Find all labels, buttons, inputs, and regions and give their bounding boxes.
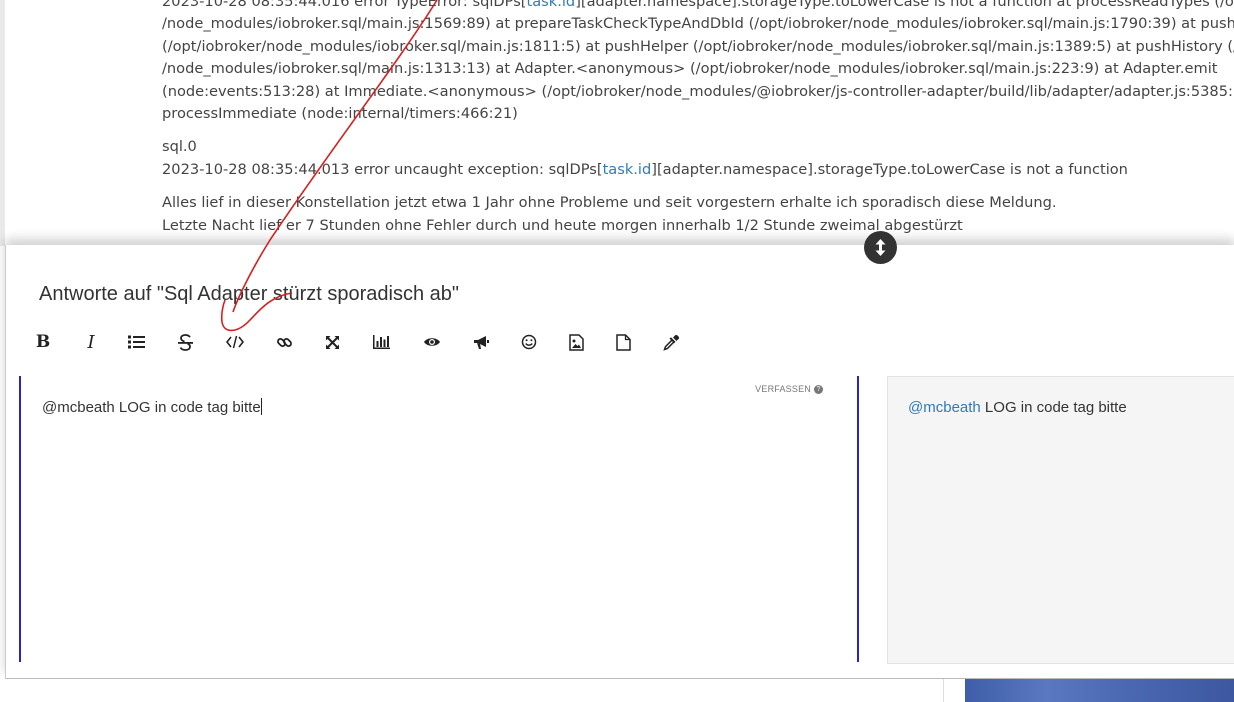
sql-log-line: 2023-10-28 08:35:44.013 error uncaught e… [162,159,1234,181]
chart-button[interactable] [365,327,397,357]
sql-adapter-name: sql.0 [162,138,197,156]
error-log-text: 2023-10-28 08:35:44.016 error TypeError:… [162,0,527,10]
preview-text: LOG in code tag bitte [980,399,1127,416]
sql-log-text: ][adapter.namespace].storageType.toLower… [651,160,1128,178]
comment-line-2: Letzte Nacht lief er 7 Stunden ohne Fehl… [162,216,963,234]
forum-post: 2023-10-28 08:35:44.016 error TypeError:… [0,0,1234,246]
page-bottom-strip [0,679,1234,702]
error-log-line-3: (/opt/iobroker/node_modules/iobroker.sql… [162,37,1234,55]
file-upload-button[interactable] [607,327,639,357]
eyedropper-icon [662,334,679,351]
image-upload-button[interactable] [560,327,592,357]
code-button[interactable] [219,327,251,357]
color-picker-button[interactable] [655,327,687,357]
bar-chart-icon [373,335,390,349]
text-caret [260,398,262,415]
comment-line-1: Alles lief in dieser Konstellation jetzt… [162,194,1057,212]
composer-resize-handle[interactable] [864,231,897,264]
reply-preview: @mcbeath LOG in code tag bitte [887,376,1234,664]
post-content: 2023-10-28 08:35:44.016 error TypeError:… [162,0,1234,246]
editor-textarea[interactable]: @mcbeath LOG in code tag bitte [42,398,262,416]
italic-button[interactable]: I [75,327,107,357]
task-id-link[interactable]: task.id [527,0,576,10]
background-photo [965,679,1234,702]
preview-toggle-button[interactable] [416,327,448,357]
eye-icon [424,338,440,346]
strikethrough-icon [177,333,193,351]
strikethrough-button[interactable] [169,327,201,357]
compose-help-label: VERFASSEN [755,384,811,394]
fullscreen-button[interactable] [316,327,348,357]
mention-link[interactable]: @mcbeath [908,399,981,416]
file-icon [615,333,631,351]
error-log-line-2: /node_modules/iobroker.sql/main.js:1569:… [162,15,1234,33]
bold-button[interactable]: B [27,327,59,357]
error-log-line-5: (node:events:513:28) at Immediate.<anony… [162,82,1234,100]
error-log-text: ][adapter.namespace].storageType.toLower… [575,0,1234,10]
resize-vertical-icon [875,239,886,256]
list-button[interactable] [120,327,152,357]
expand-icon [325,335,339,349]
smiley-icon [521,334,537,350]
link-button[interactable] [268,327,300,357]
error-log-line-1: 2023-10-28 08:35:44.016 error TypeError:… [162,0,1234,13]
sql-log-text: 2023-10-28 08:35:44.013 error uncaught e… [162,160,603,178]
task-id-link[interactable]: task.id [603,161,652,178]
post-left-border [0,0,5,246]
preview-content: @mcbeath LOG in code tag bitte [908,399,1127,416]
question-circle-icon[interactable]: ? [814,384,823,394]
image-icon [568,333,584,351]
megaphone-icon [473,335,489,349]
announce-button[interactable] [465,327,497,357]
error-log-line-4: /node_modules/iobroker.sql/main.js:1313:… [162,60,1218,78]
comment-paragraph: Alles lief in dieser Konstellation jetzt… [162,192,1234,237]
error-log-paragraph: 2023-10-28 08:35:44.016 error TypeError:… [162,0,1234,125]
code-icon [226,335,244,349]
reply-composer: Antworte auf "Sql Adapter stürzt sporadi… [5,245,1234,679]
link-icon [276,337,292,347]
composer-title: Antworte auf "Sql Adapter stürzt sporadi… [39,283,459,305]
sql-log-paragraph: sql.0 2023-10-28 08:35:44.013 error unca… [162,136,1234,181]
compose-help[interactable]: VERFASSEN ? [755,384,823,394]
emoji-button[interactable] [513,327,545,357]
list-icon [127,335,145,349]
error-log-line-6: processImmediate (node:internal/timers:4… [162,105,518,123]
editor-value: @mcbeath LOG in code tag bitte [42,399,261,416]
formatting-toolbar: B I [26,327,706,357]
column-separator [943,679,944,702]
reply-editor[interactable]: VERFASSEN ? @mcbeath LOG in code tag bit… [19,376,859,662]
